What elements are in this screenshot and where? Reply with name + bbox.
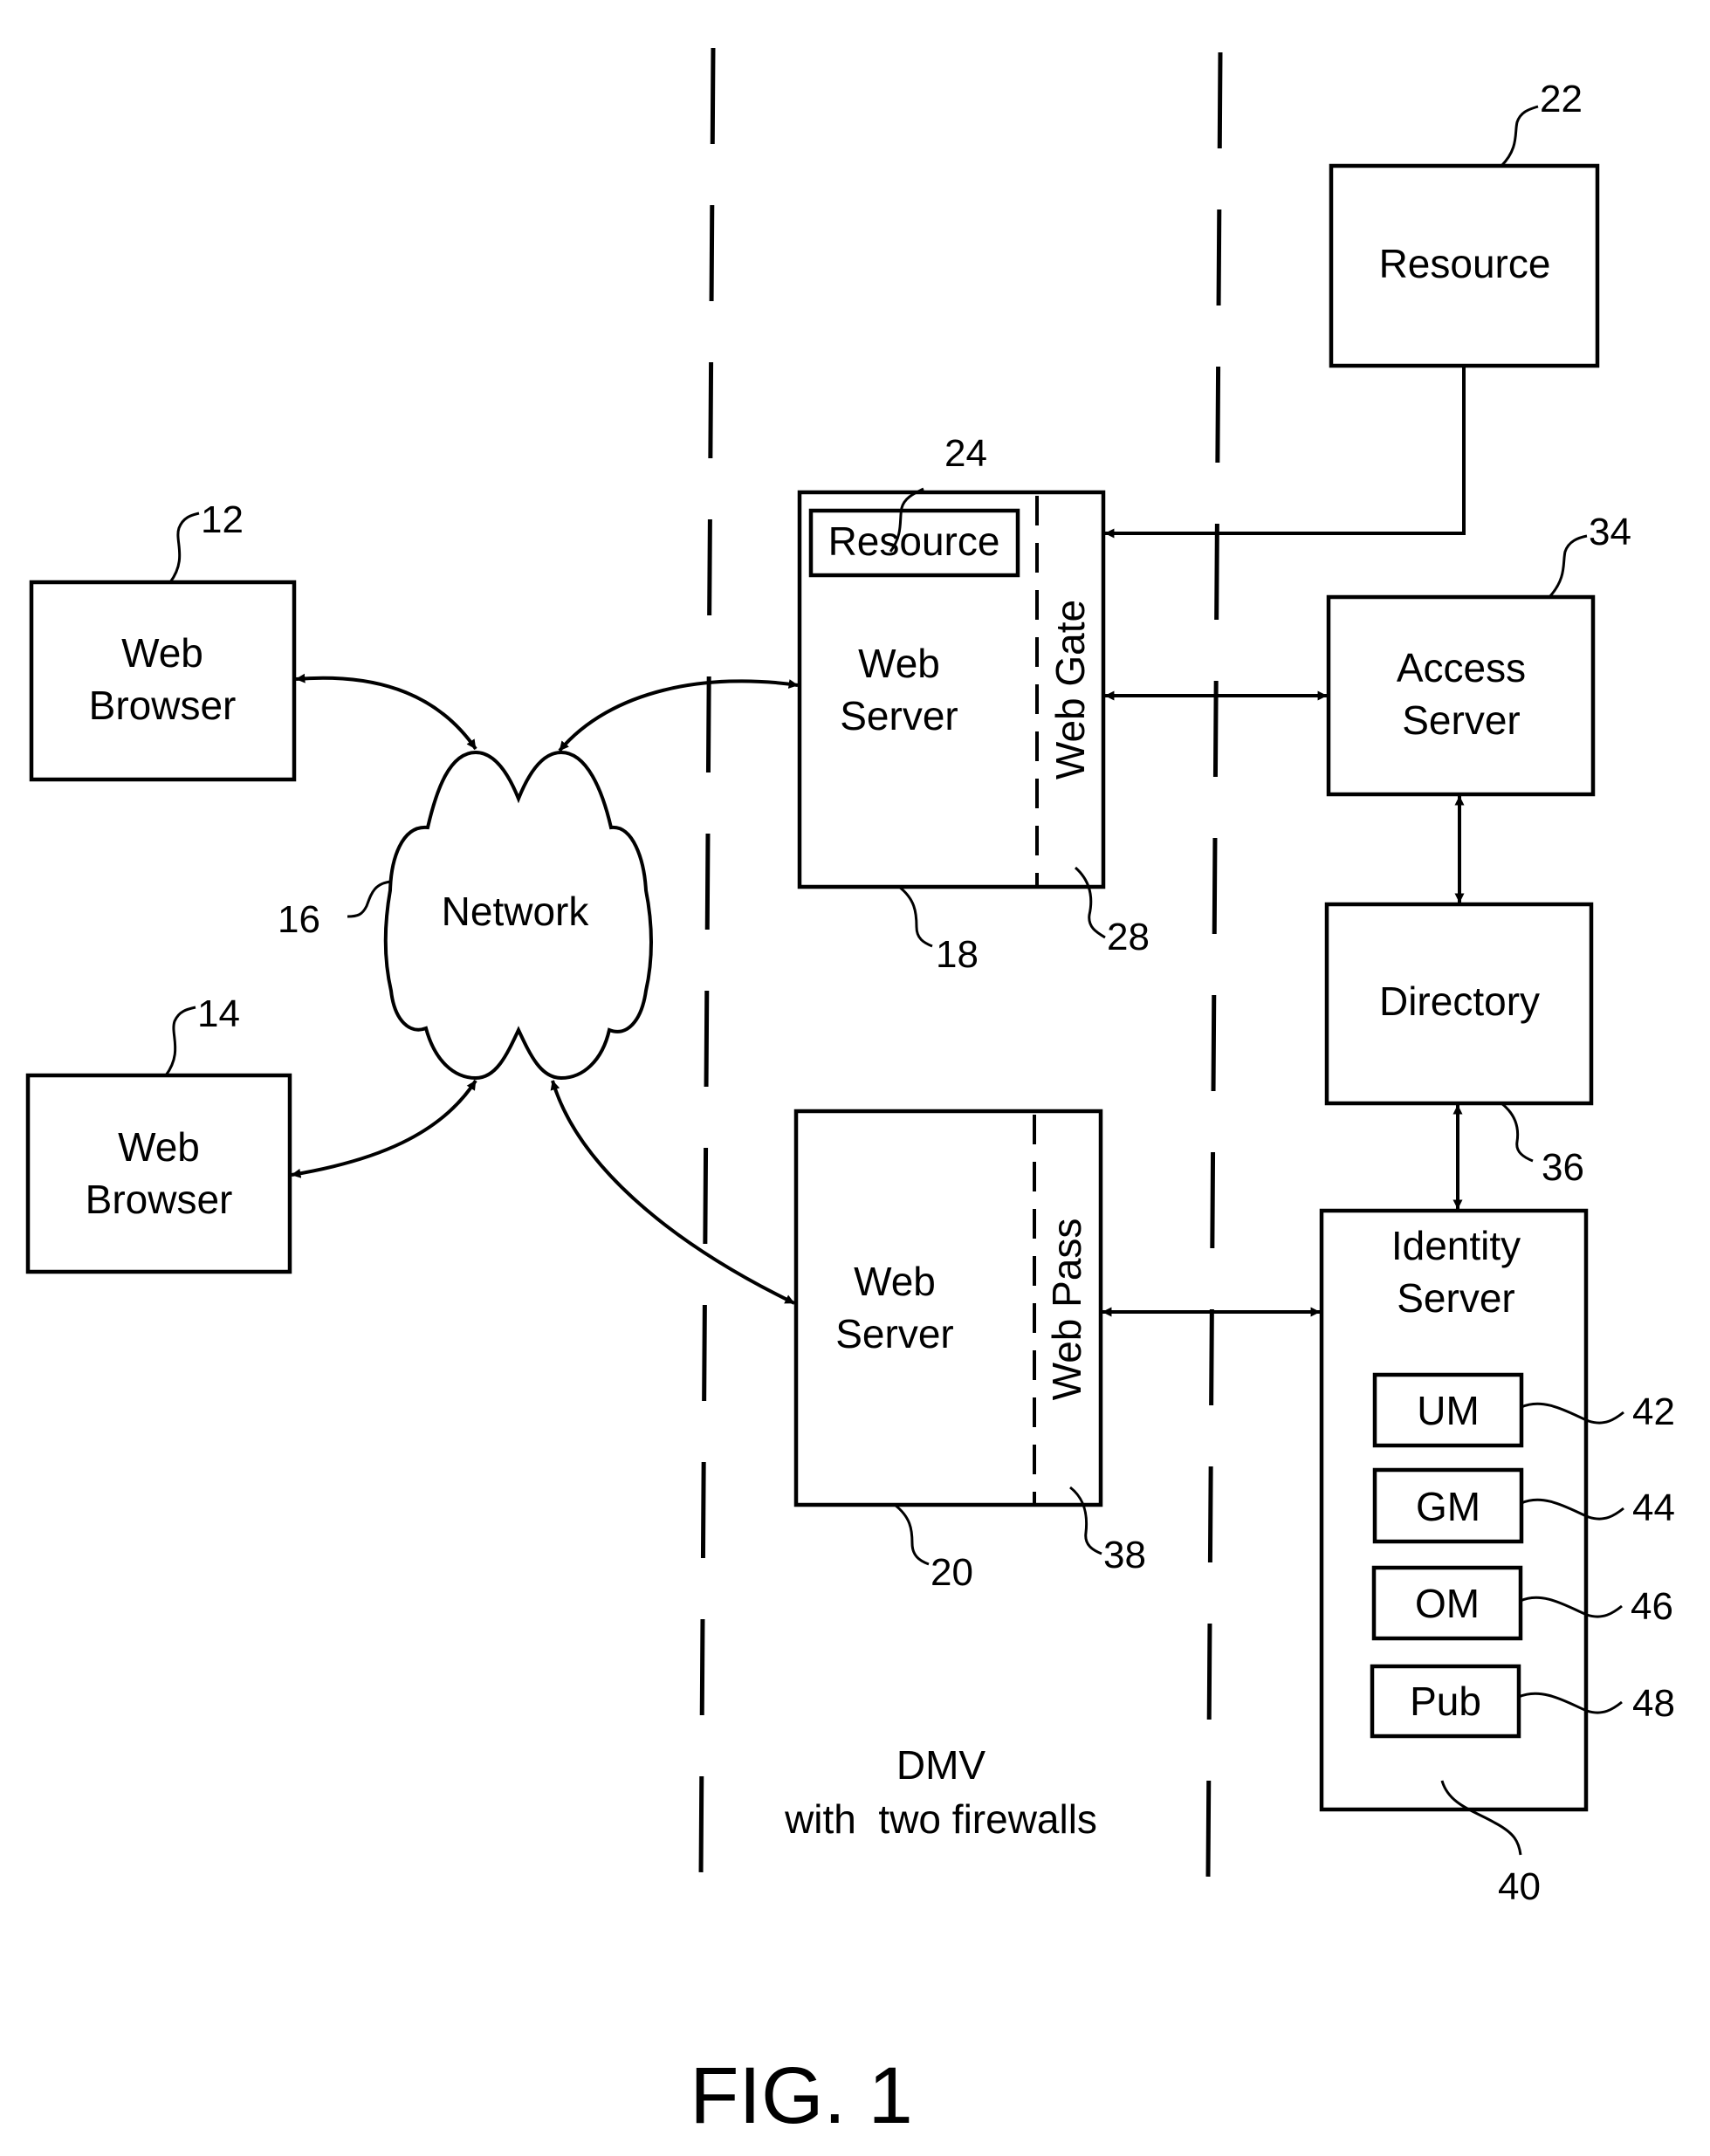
- leader-34: [1548, 534, 1588, 599]
- connector-resource22-webgate: [1104, 366, 1466, 539]
- module-um[interactable]: UM: [1372, 1372, 1524, 1448]
- resource-22-label: Resource: [1379, 241, 1551, 286]
- web-server-18-line2: Server: [840, 693, 958, 738]
- dmz-label-line2: with two firewalls: [784, 1796, 1097, 1842]
- web-gate[interactable]: Web Gate: [1047, 600, 1093, 779]
- ref-14: 14: [197, 992, 240, 1035]
- firewall-right: [1205, 51, 1223, 1878]
- web-server-18-line1: Web: [858, 641, 940, 686]
- connector-browser14-network: [291, 1079, 477, 1178]
- connector-network-webserver18: [558, 679, 799, 752]
- ref-16: 16: [278, 898, 320, 941]
- web-server-20-line2: Server: [835, 1311, 953, 1356]
- web-browser-12[interactable]: Web Browser: [29, 580, 297, 782]
- module-gm-label: GM: [1416, 1484, 1480, 1529]
- resource-22[interactable]: Resource: [1329, 163, 1600, 368]
- web-server-20-line1: Web: [854, 1259, 936, 1304]
- connector-network-webserver20: [550, 1080, 795, 1305]
- ref-42: 42: [1632, 1390, 1675, 1433]
- firewall-left: [698, 47, 716, 1878]
- identity-server-line1: Identity: [1391, 1223, 1521, 1268]
- dmz-label-line1: DMV: [896, 1742, 986, 1788]
- architecture-diagram: #ahs path{} Web Browser 12 Web Browser 1…: [25, 47, 1675, 2140]
- directory-label: Directory: [1379, 978, 1540, 1024]
- leader-36: [1501, 1102, 1534, 1163]
- ref-24: 24: [944, 432, 987, 475]
- web-browser-12-line1: Web: [121, 630, 203, 676]
- leader-18: [898, 885, 933, 948]
- web-pass[interactable]: Web Pass: [1044, 1219, 1089, 1401]
- directory-36[interactable]: Directory: [1324, 902, 1594, 1106]
- ref-18: 18: [936, 933, 979, 976]
- figure-caption: FIG. 1: [690, 2051, 913, 2140]
- web-server-18-resource[interactable]: Resource: [808, 508, 1020, 578]
- leader-22: [1500, 105, 1539, 168]
- leader-20: [894, 1503, 930, 1566]
- leader-14: [164, 1006, 196, 1076]
- ref-22: 22: [1540, 78, 1583, 120]
- access-server-line1: Access: [1397, 645, 1526, 690]
- access-server-34[interactable]: Access Server: [1326, 594, 1596, 797]
- network-cloud[interactable]: Network: [383, 750, 653, 1081]
- access-server-line2: Server: [1402, 697, 1520, 743]
- module-om-label: OM: [1415, 1581, 1480, 1626]
- ref-20: 20: [931, 1551, 973, 1594]
- module-pub-label: Pub: [1410, 1679, 1481, 1724]
- ref-44: 44: [1632, 1487, 1675, 1529]
- ref-34: 34: [1589, 511, 1631, 553]
- ref-48: 48: [1632, 1682, 1675, 1725]
- web-browser-12-line2: Browser: [89, 683, 237, 728]
- web-server-18-resource-label: Resource: [828, 518, 1000, 564]
- ref-12: 12: [201, 498, 244, 541]
- module-gm[interactable]: GM: [1372, 1467, 1524, 1544]
- ref-38: 38: [1103, 1534, 1146, 1576]
- web-browser-14-line2: Browser: [86, 1177, 233, 1222]
- module-om[interactable]: OM: [1371, 1565, 1523, 1641]
- web-browser-14-line1: Web: [118, 1124, 200, 1170]
- module-pub[interactable]: Pub: [1370, 1664, 1521, 1739]
- network-label: Network: [442, 889, 590, 934]
- ref-40: 40: [1498, 1865, 1541, 1908]
- module-um-label: UM: [1417, 1388, 1480, 1433]
- leader-12: [168, 512, 200, 583]
- ref-36: 36: [1542, 1146, 1584, 1189]
- web-pass-label: Web Pass: [1044, 1219, 1089, 1401]
- web-gate-label: Web Gate: [1047, 600, 1093, 779]
- leader-16: [347, 880, 392, 918]
- identity-server-line2: Server: [1397, 1275, 1514, 1321]
- ref-28: 28: [1107, 916, 1150, 958]
- web-browser-14[interactable]: Web Browser: [25, 1073, 292, 1274]
- ref-46: 46: [1631, 1585, 1673, 1628]
- connector-browser12-network: [295, 673, 477, 751]
